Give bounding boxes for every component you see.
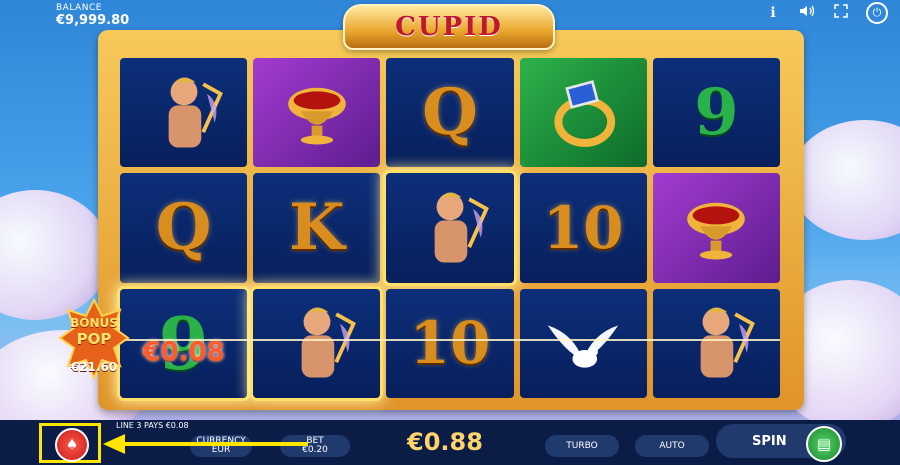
fullscreen-icon[interactable] xyxy=(832,4,850,22)
cloud-right xyxy=(790,120,900,240)
symbol-cupid xyxy=(120,58,248,168)
bonus-label-line2: POP xyxy=(76,330,112,348)
symbol-nine: 9 xyxy=(652,58,780,168)
auto-button[interactable]: AUTO xyxy=(635,435,709,457)
total-win: €0.88 xyxy=(407,428,483,456)
cards-icon: ♠ xyxy=(65,437,79,453)
bonus-label-line1: BONUS xyxy=(70,316,118,330)
turbo-button[interactable]: TURBO xyxy=(545,435,619,457)
game-logo: CUPID xyxy=(343,4,555,50)
balance-label: BALANCE xyxy=(56,3,102,13)
payline xyxy=(120,339,780,341)
symbol-k: K xyxy=(253,173,381,283)
game-logo-text: CUPID xyxy=(395,12,503,42)
bonus-amount: €21.60 xyxy=(70,360,118,374)
symbol-ring xyxy=(519,58,647,168)
power-icon[interactable]: ⏻ xyxy=(866,2,888,24)
symbol-goblet xyxy=(652,173,780,283)
bonus-pop-badge: BONUS POP €21.60 xyxy=(58,298,130,380)
symbol-ten: 10 xyxy=(519,173,647,283)
spin-button[interactable]: ▤ xyxy=(806,426,842,462)
symbol-q: Q xyxy=(386,58,514,168)
cash-icon: ▤ xyxy=(816,435,832,453)
sound-icon[interactable] xyxy=(798,4,816,22)
top-icon-bar: ℹ ⏻ xyxy=(764,2,888,24)
game-menu-button[interactable]: ♠ xyxy=(55,428,89,462)
symbol-q: Q xyxy=(120,173,248,283)
info-icon[interactable]: ℹ xyxy=(764,5,782,21)
line-pays-text: LINE 3 PAYS €0.08 xyxy=(116,421,189,430)
spin-label: SPIN xyxy=(752,433,787,449)
pointer-arrow-icon xyxy=(103,434,308,454)
symbol-goblet xyxy=(253,58,381,168)
symbol-cupid-win xyxy=(386,173,514,283)
balance-display: BALANCE €9,999.80 xyxy=(56,3,129,28)
balance-value: €9,999.80 xyxy=(56,13,130,28)
